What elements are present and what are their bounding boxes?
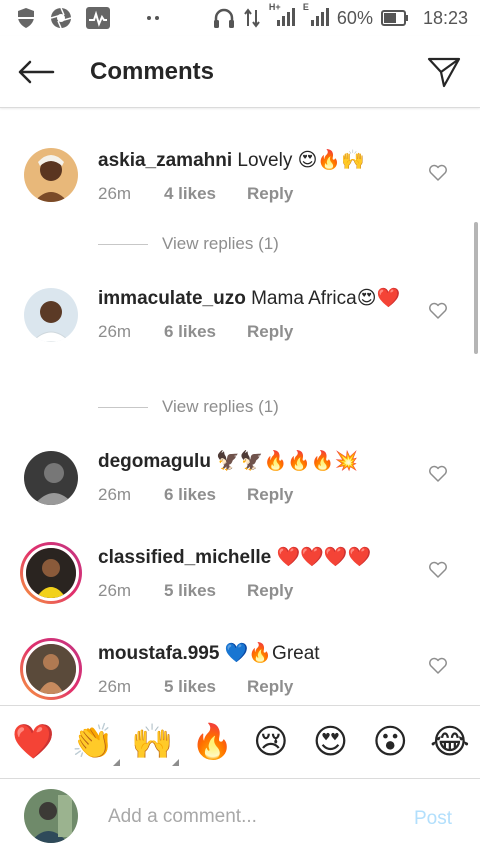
comment-time: 26m xyxy=(98,485,132,504)
emoji-clap-glyph: 👏 xyxy=(71,722,115,762)
reply-button[interactable]: Reply xyxy=(247,322,293,342)
comment-text: askia_zamahni Lovely 😍🔥🙌 xyxy=(98,148,408,174)
data-arrows-icon xyxy=(243,8,261,28)
comment-likes[interactable]: 5 likes xyxy=(164,581,247,601)
activity-icon xyxy=(86,7,110,29)
view-replies-label: View replies (1) xyxy=(162,397,279,416)
clock: 18:23 xyxy=(422,7,468,28)
comment-username[interactable]: moustafa.995 xyxy=(98,643,219,664)
status-bar: H+ E 60% 18:23 xyxy=(0,0,480,36)
emoji-heart-eyes-button[interactable]: 😍 xyxy=(311,722,351,762)
reply-button[interactable]: Reply xyxy=(247,677,293,697)
avatar-story-ring[interactable] xyxy=(20,542,82,604)
comment-username[interactable]: immaculate_uzo xyxy=(98,288,246,309)
comment-time: 26m xyxy=(98,677,132,696)
comment-username[interactable]: askia_zamahni xyxy=(98,150,232,171)
avatar-story-ring[interactable] xyxy=(20,638,82,700)
comment-content: Lovely 😍🔥🙌 xyxy=(237,150,365,171)
comment-text: classified_michelle ❤️❤️❤️❤️ xyxy=(98,545,408,571)
reply-button[interactable]: Reply xyxy=(247,184,293,204)
emoji-raised-hands-button[interactable]: 🙌 xyxy=(131,722,180,766)
comment-text: immaculate_uzo Mama Africa😍❤️ xyxy=(98,286,408,312)
signal-icon-2: E xyxy=(303,2,329,28)
divider xyxy=(98,406,148,408)
comment-username[interactable]: degomagulu xyxy=(98,451,211,472)
comment-time: 26m xyxy=(98,184,132,203)
comment-content: ❤️❤️❤️❤️ xyxy=(276,547,372,568)
avatar[interactable] xyxy=(24,148,78,202)
skin-tone-indicator xyxy=(112,759,120,766)
emoji-raised-hands-glyph: 🙌 xyxy=(131,722,174,762)
avatar[interactable] xyxy=(24,288,78,342)
comment-likes[interactable]: 4 likes xyxy=(164,184,247,204)
comment-composer: Post xyxy=(0,780,480,854)
emoji-heart-button[interactable]: ❤️ xyxy=(12,722,54,762)
comment-likes[interactable]: 5 likes xyxy=(164,677,247,697)
signal-icon: H+ xyxy=(269,2,295,28)
reply-button[interactable]: Reply xyxy=(247,581,293,601)
avatar[interactable] xyxy=(24,451,78,505)
comment-content: 🦅🦅🔥🔥🔥💥 xyxy=(216,451,359,472)
emoji-quick-bar: ❤️ 👏 🙌 🔥 😢 😍 😮 😂 xyxy=(0,705,480,779)
comments-list[interactable]: askia_zamahni Lovely 😍🔥🙌 26m 4 likes Rep… xyxy=(0,108,480,705)
reply-button[interactable]: Reply xyxy=(247,485,293,505)
comment-likes[interactable]: 6 likes xyxy=(164,322,247,342)
back-button[interactable] xyxy=(0,36,72,108)
comment-content: 💙🔥Great xyxy=(224,643,320,664)
dots-icon xyxy=(146,15,160,21)
view-replies-link[interactable]: View replies (1) xyxy=(98,234,279,254)
heart-outline-icon[interactable] xyxy=(428,465,448,485)
heart-outline-icon[interactable] xyxy=(428,302,448,322)
emoji-clap-button[interactable]: 👏 xyxy=(71,722,120,766)
comment-text: degomagulu 🦅🦅🔥🔥🔥💥 xyxy=(98,449,408,475)
current-user-avatar xyxy=(24,789,78,843)
skin-tone-indicator xyxy=(172,759,180,766)
heart-outline-icon[interactable] xyxy=(428,561,448,581)
battery-percent: 60% xyxy=(336,7,373,28)
aperture-icon xyxy=(50,7,72,29)
paper-plane-icon xyxy=(427,57,461,87)
comment-time: 26m xyxy=(98,322,132,341)
emoji-surprised-button[interactable]: 😮 xyxy=(370,722,410,762)
comment-text: moustafa.995 💙🔥Great xyxy=(98,641,408,667)
emoji-laughing-button[interactable]: 😂 xyxy=(430,722,470,762)
arrow-left-icon xyxy=(18,60,55,83)
scrollbar-thumb[interactable] xyxy=(474,222,478,354)
comment-content: Mama Africa😍❤️ xyxy=(251,288,401,309)
post-button[interactable]: Post xyxy=(414,808,452,830)
headphones-icon xyxy=(213,7,235,29)
comment-username[interactable]: classified_michelle xyxy=(98,547,271,568)
comment-likes[interactable]: 6 likes xyxy=(164,485,247,505)
comment-input[interactable] xyxy=(108,800,388,834)
shield-icon xyxy=(16,7,36,29)
header-bar: Comments xyxy=(0,36,480,108)
view-replies-label: View replies (1) xyxy=(162,234,279,253)
share-button[interactable] xyxy=(408,36,480,108)
battery-icon xyxy=(380,10,409,26)
comment-time: 26m xyxy=(98,581,132,600)
divider xyxy=(98,243,148,245)
page-title: Comments xyxy=(90,57,215,85)
view-replies-link[interactable]: View replies (1) xyxy=(98,397,279,417)
emoji-fire-button[interactable]: 🔥 xyxy=(191,722,233,762)
heart-outline-icon[interactable] xyxy=(428,657,448,677)
emoji-crying-button[interactable]: 😢 xyxy=(251,722,291,762)
heart-outline-icon[interactable] xyxy=(428,164,448,184)
